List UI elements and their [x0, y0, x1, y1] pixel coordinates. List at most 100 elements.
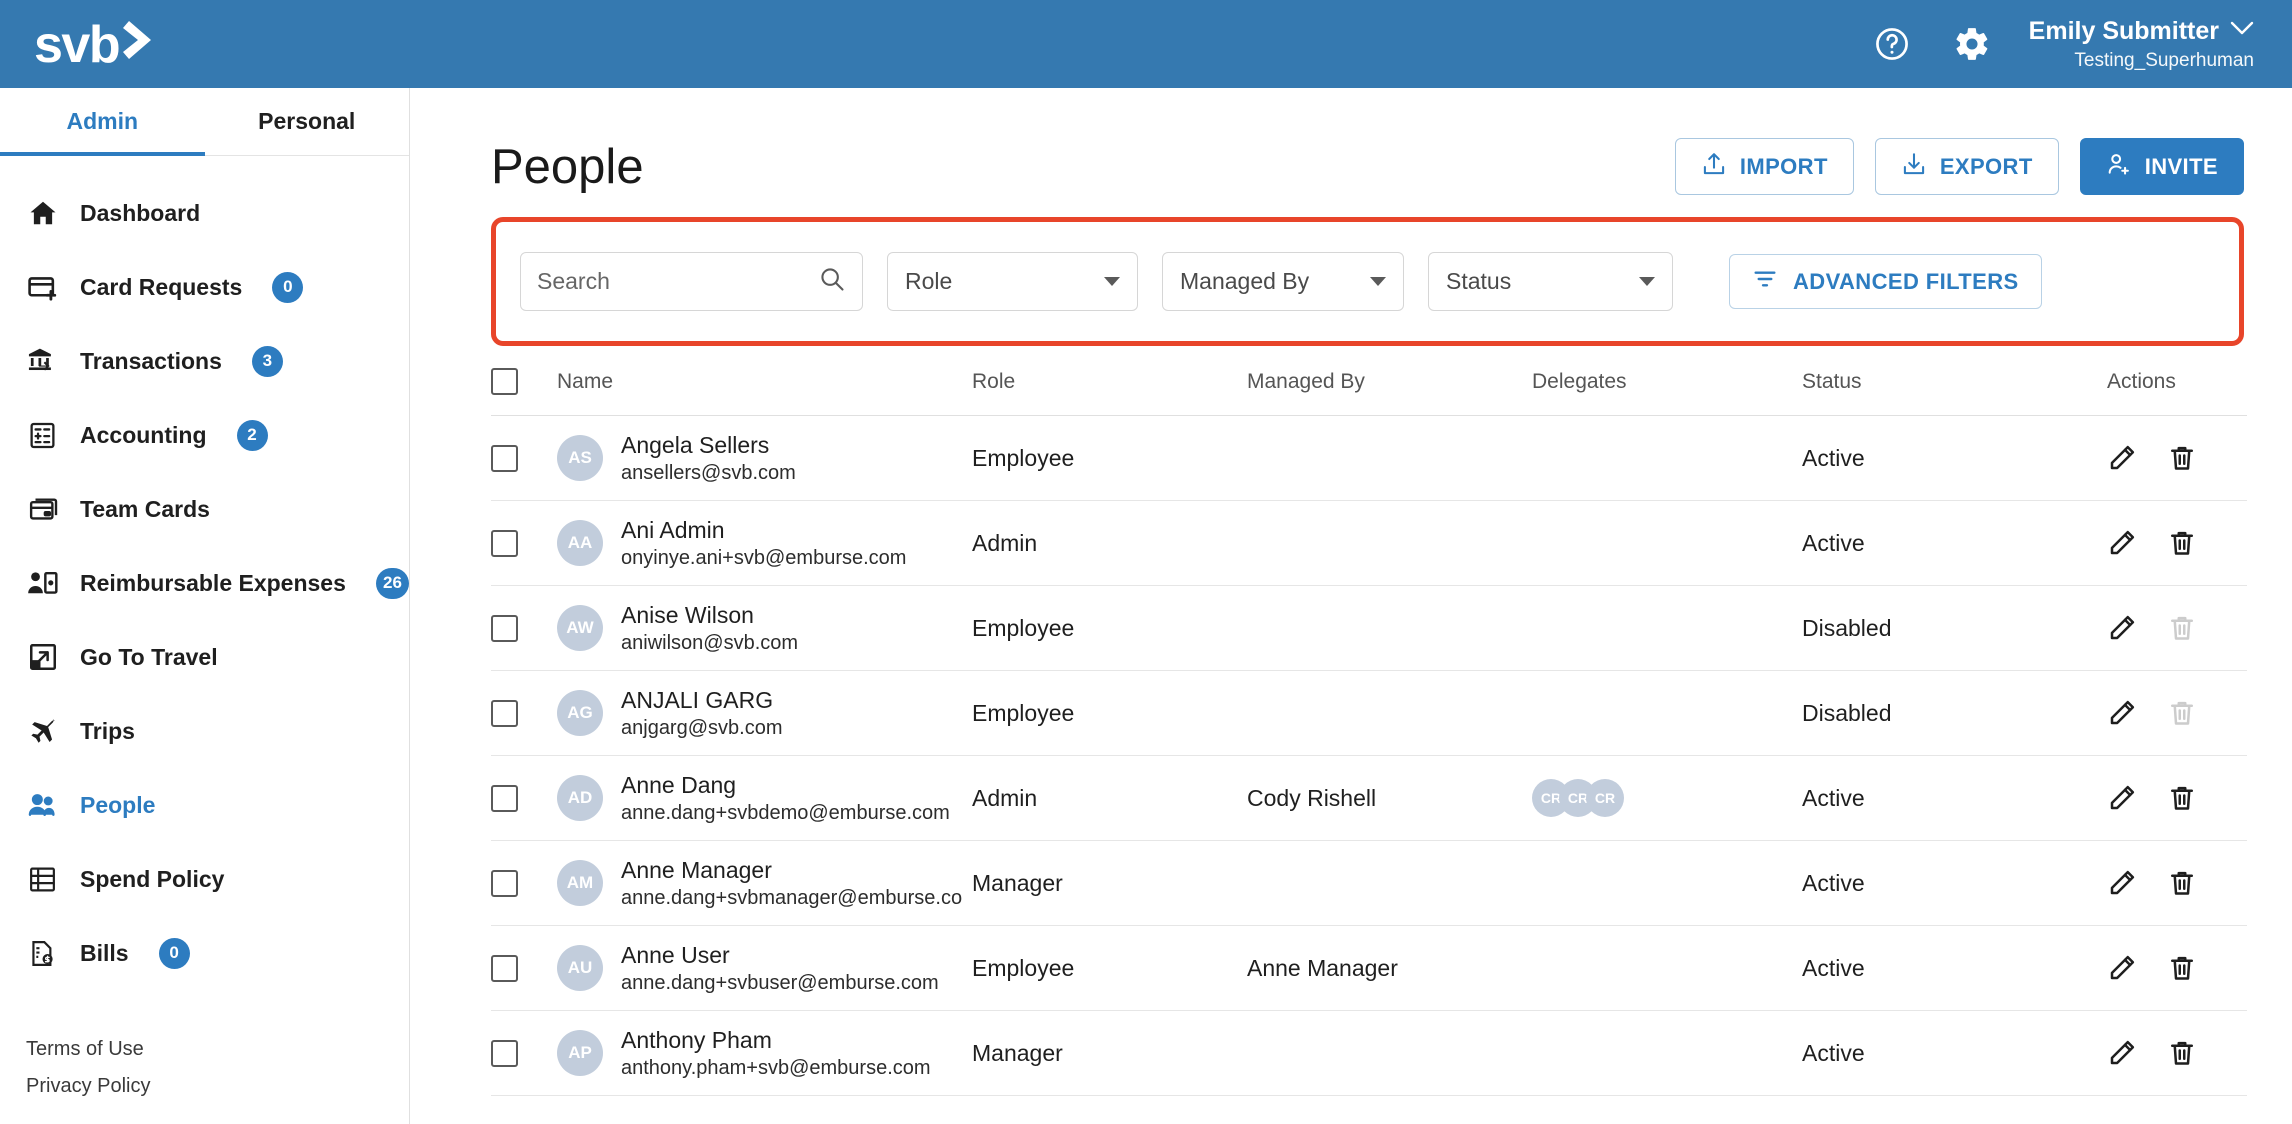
sidebar-item-reimbursable-expenses[interactable]: Reimbursable Expenses 26 — [0, 546, 409, 620]
row-actions — [2107, 925, 2247, 1011]
page-action-buttons: IMPORT EXPORT INVITE — [1674, 138, 2244, 195]
person-name: Anne Dang — [621, 771, 737, 798]
column-header-role[interactable]: Role — [972, 346, 1247, 416]
trash-icon[interactable] — [2167, 953, 2197, 983]
select-all-checkbox[interactable] — [491, 368, 518, 395]
pencil-icon[interactable] — [2107, 698, 2137, 728]
sidebar-item-go-to-travel[interactable]: Go To Travel — [0, 620, 409, 694]
pencil-icon[interactable] — [2107, 528, 2137, 558]
sidebar-item-bills[interactable]: Bills 0 — [0, 916, 409, 990]
trash-icon[interactable] — [2167, 528, 2197, 558]
pencil-icon[interactable] — [2107, 953, 2137, 983]
table-row[interactable]: AU Anne User anne.dang+svbuser@emburse.c… — [491, 925, 2247, 1011]
search-field[interactable] — [520, 252, 863, 311]
sidebar-item-dashboard[interactable]: Dashboard — [0, 176, 409, 250]
pencil-icon[interactable] — [2107, 443, 2137, 473]
person-status: Active — [1802, 840, 2107, 926]
row-select-cell — [491, 1010, 557, 1096]
table-row[interactable]: AW Anise Wilson aniwilson@svb.com Employ… — [491, 585, 2247, 671]
sidebar-item-trips[interactable]: Trips — [0, 694, 409, 768]
person-role: Employee — [972, 585, 1247, 671]
column-header-name[interactable]: Name — [557, 346, 972, 416]
help-circle-icon[interactable] — [1869, 21, 1915, 67]
search-input[interactable] — [537, 268, 818, 295]
terms-of-use-link[interactable]: Terms of Use — [26, 1038, 150, 1061]
column-header-delegates[interactable]: Delegates — [1532, 346, 1802, 416]
person-cell: AS Angela Sellers ansellers@svb.com — [557, 415, 972, 501]
sidebar-badge: 0 — [272, 271, 304, 303]
tab-admin[interactable]: Admin — [0, 88, 205, 156]
person-status: Active — [1802, 755, 2107, 841]
tab-personal[interactable]: Personal — [205, 88, 410, 155]
people-table: Name Role Managed By Delegates Status Ac… — [491, 346, 2247, 1096]
person-managed-by — [1247, 500, 1532, 586]
person-status: Disabled — [1802, 670, 2107, 756]
table-row[interactable]: AM Anne Manager anne.dang+svbmanager@emb… — [491, 840, 2247, 926]
invite-button[interactable]: INVITE — [2079, 138, 2244, 195]
privacy-policy-link[interactable]: Privacy Policy — [26, 1075, 150, 1098]
person-email: aniwilson@svb.com — [621, 631, 799, 654]
row-checkbox[interactable] — [491, 869, 518, 897]
column-header-managed-by[interactable]: Managed By — [1247, 346, 1532, 416]
managed-by-filter-label: Managed By — [1180, 268, 1310, 294]
table-row[interactable]: AS Angela Sellers ansellers@svb.com Empl… — [491, 415, 2247, 501]
user-organization: Testing_Superhuman — [2074, 49, 2254, 71]
sidebar-item-people[interactable]: People — [0, 768, 409, 842]
row-select-cell — [491, 500, 557, 586]
import-button[interactable]: IMPORT — [1674, 138, 1854, 195]
sidebar-item-transactions[interactable]: Transactions 3 — [0, 324, 409, 398]
row-checkbox[interactable] — [491, 614, 518, 642]
row-checkbox[interactable] — [491, 954, 518, 982]
gear-icon[interactable] — [1949, 21, 1995, 67]
table-row[interactable]: AD Anne Dang anne.dang+svbdemo@emburse.c… — [491, 755, 2247, 841]
row-select-cell — [491, 670, 557, 756]
pencil-icon[interactable] — [2107, 613, 2137, 643]
table-row[interactable]: AA Ani Admin onyinye.ani+svb@emburse.com… — [491, 500, 2247, 586]
pencil-icon[interactable] — [2107, 1038, 2137, 1068]
row-checkbox[interactable] — [491, 1039, 518, 1067]
row-checkbox[interactable] — [491, 529, 518, 557]
user-name: Emily Submitter — [2028, 16, 2219, 45]
managed-by-filter-dropdown[interactable]: Managed By — [1162, 252, 1404, 311]
sidebar-item-team-cards[interactable]: Team Cards — [0, 472, 409, 546]
calculator-icon — [26, 421, 59, 450]
sidebar-nav: Dashboard Card Requests 0 Transactions 3… — [0, 156, 409, 990]
sidebar: Admin Personal Dashboard Card Requests 0 — [0, 88, 410, 1124]
avatar: AW — [557, 605, 603, 651]
sidebar-item-card-requests[interactable]: Card Requests 0 — [0, 250, 409, 324]
status-filter-dropdown[interactable]: Status — [1428, 252, 1673, 311]
user-menu[interactable]: Emily Submitter Testing_Superhuman — [2029, 16, 2254, 73]
advanced-filters-button[interactable]: ADVANCED FILTERS — [1729, 254, 2042, 309]
chevron-down-icon — [2230, 20, 2254, 42]
trash-icon[interactable] — [2167, 868, 2197, 898]
person-status: Active — [1802, 415, 2107, 501]
row-checkbox[interactable] — [491, 784, 518, 812]
avatar: AG — [557, 690, 603, 736]
table-row[interactable]: AG ANJALI GARG anjgarg@svb.com Employee … — [491, 670, 2247, 756]
svb-logo[interactable]: svb — [34, 18, 157, 71]
trash-icon[interactable] — [2167, 443, 2197, 473]
cards-stack-icon — [26, 494, 59, 524]
trash-icon[interactable] — [2167, 783, 2197, 813]
row-checkbox[interactable] — [491, 699, 518, 727]
person-managed-by — [1247, 585, 1532, 671]
person-delegates — [1532, 585, 1802, 671]
sidebar-item-accounting[interactable]: Accounting 2 — [0, 398, 409, 472]
row-select-cell — [491, 925, 557, 1011]
avatar: AP — [557, 1030, 603, 1076]
sidebar-item-label: Spend Policy — [80, 865, 225, 892]
trash-icon[interactable] — [2167, 1038, 2197, 1068]
airplane-icon — [26, 716, 59, 747]
table-row[interactable]: AP Anthony Pham anthony.pham+svb@emburse… — [491, 1010, 2247, 1096]
person-email: anne.dang+svbuser@emburse.com — [621, 971, 939, 994]
role-filter-dropdown[interactable]: Role — [887, 252, 1138, 311]
export-button[interactable]: EXPORT — [1874, 138, 2059, 195]
row-checkbox[interactable] — [491, 444, 518, 472]
import-button-label: IMPORT — [1739, 153, 1828, 179]
sidebar-item-spend-policy[interactable]: Spend Policy — [0, 842, 409, 916]
column-header-status[interactable]: Status — [1802, 346, 2107, 416]
pencil-icon[interactable] — [2107, 868, 2137, 898]
delegate-avatar[interactable]: CR — [1586, 779, 1624, 817]
sidebar-item-label: Team Cards — [80, 495, 210, 522]
pencil-icon[interactable] — [2107, 783, 2137, 813]
